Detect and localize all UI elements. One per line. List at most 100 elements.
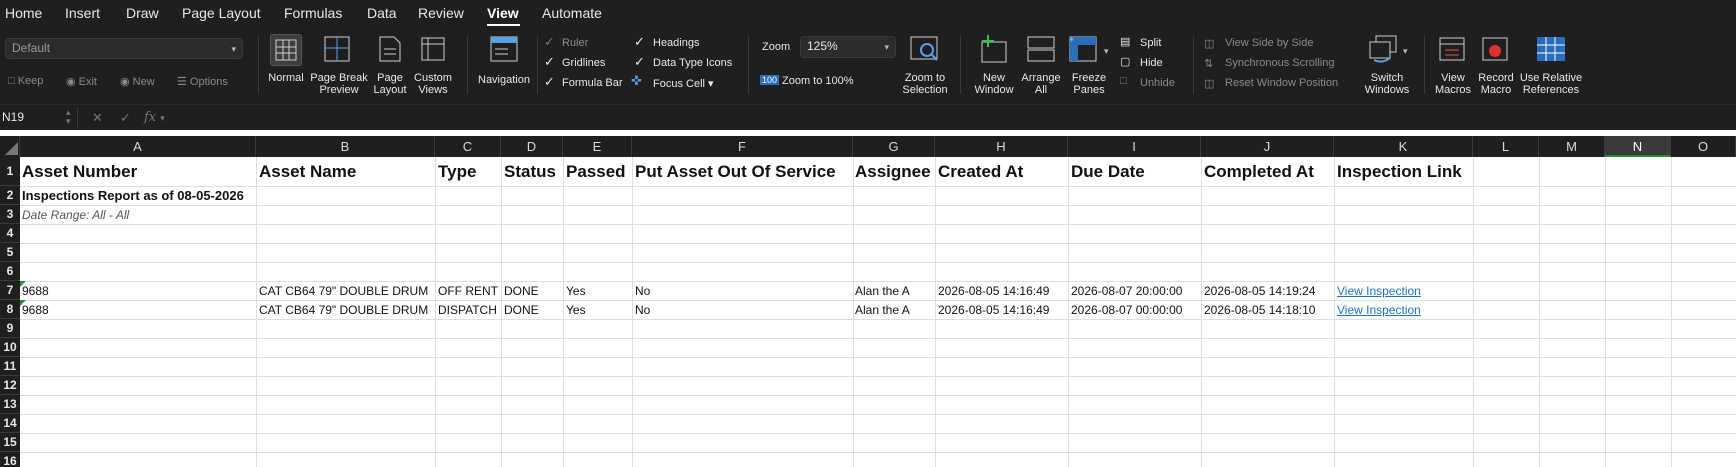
data-cell[interactable]: No — [635, 284, 852, 298]
header-cell[interactable]: Created At — [938, 162, 1067, 182]
column-header[interactable]: G — [853, 136, 935, 157]
hide-button[interactable]: Hide — [1140, 57, 1163, 69]
inspection-link[interactable]: View Inspection — [1337, 303, 1472, 317]
ruler-checkbox[interactable]: ✓ — [544, 34, 555, 50]
column-header[interactable]: H — [935, 136, 1068, 157]
column-header[interactable]: O — [1671, 136, 1736, 157]
spreadsheet-grid[interactable]: Asset Number Asset Name Type Status Pass… — [20, 157, 1736, 467]
options-button[interactable]: ☰ Options — [177, 75, 228, 88]
header-cell[interactable]: Completed At — [1204, 162, 1333, 182]
row-header[interactable]: 3 — [0, 205, 20, 224]
row-header[interactable]: 12 — [0, 376, 20, 395]
data-cell[interactable]: CAT CB64 79" DOUBLE DRUM — [259, 284, 434, 298]
row-header[interactable]: 11 — [0, 357, 20, 376]
data-cell[interactable]: 2026-08-07 00:00:00 — [1071, 303, 1200, 317]
inspection-link[interactable]: View Inspection — [1337, 284, 1472, 298]
row-header[interactable]: 9 — [0, 319, 20, 338]
row-header[interactable]: 13 — [0, 395, 20, 414]
data-cell[interactable]: 2026-08-05 14:18:10 — [1204, 303, 1333, 317]
insert-function-button[interactable]: fx ▾ — [144, 110, 165, 125]
tab-formulas[interactable]: Formulas — [284, 5, 342, 21]
data-cell[interactable]: DISPATCH — [438, 303, 500, 317]
select-all-corner[interactable] — [0, 136, 20, 157]
column-header[interactable]: J — [1201, 136, 1334, 157]
column-header[interactable]: A — [20, 136, 256, 157]
column-header[interactable]: K — [1334, 136, 1473, 157]
data-cell[interactable]: Yes — [566, 303, 631, 317]
unhide-button[interactable]: Unhide — [1140, 77, 1175, 89]
column-header-selected[interactable]: N — [1605, 136, 1671, 157]
formula-input[interactable] — [172, 107, 1732, 128]
exit-button[interactable]: ◉ Exit — [66, 75, 97, 88]
data-cell[interactable]: 9688 — [22, 303, 254, 317]
zoom-to-100-button[interactable]: Zoom to 100% — [782, 75, 854, 87]
header-cell[interactable]: Due Date — [1071, 162, 1200, 182]
cancel-icon[interactable]: ✕ — [92, 110, 103, 126]
data-cell[interactable]: 2026-08-05 14:16:49 — [938, 284, 1067, 298]
header-cell[interactable]: Assignee — [855, 162, 935, 182]
header-cell[interactable]: Put Asset Out Of Service — [635, 162, 852, 182]
data-cell[interactable]: 2026-08-07 20:00:00 — [1071, 284, 1200, 298]
data-cell[interactable]: 2026-08-05 14:19:24 — [1204, 284, 1333, 298]
tab-review[interactable]: Review — [418, 5, 464, 21]
column-header[interactable]: I — [1068, 136, 1201, 157]
tab-insert[interactable]: Insert — [65, 5, 100, 21]
column-header[interactable]: F — [632, 136, 853, 157]
tab-data[interactable]: Data — [367, 5, 397, 21]
data-cell[interactable]: Alan the A — [855, 303, 935, 317]
header-cell[interactable]: Passed — [566, 162, 631, 182]
row-header[interactable]: 14 — [0, 414, 20, 433]
row-header[interactable]: 2 — [0, 186, 20, 205]
data-cell[interactable]: OFF RENT — [438, 284, 500, 298]
row-header[interactable]: 7 — [0, 281, 20, 300]
report-title-cell[interactable]: Inspections Report as of 08-05-2026 — [22, 188, 422, 203]
data-cell[interactable]: DONE — [504, 303, 562, 317]
date-range-cell[interactable]: Date Range: All - All — [22, 208, 322, 222]
row-header[interactable]: 5 — [0, 243, 20, 262]
tab-home[interactable]: Home — [5, 5, 42, 21]
column-header[interactable]: D — [501, 136, 563, 157]
data-type-icons-checkbox[interactable]: ✓ — [634, 54, 645, 70]
header-cell[interactable]: Asset Name — [259, 162, 433, 182]
focus-cell-button[interactable]: Focus Cell ▾ — [653, 77, 714, 90]
enter-icon[interactable]: ✓ — [120, 110, 131, 126]
column-header[interactable]: B — [256, 136, 435, 157]
data-cell[interactable]: Yes — [566, 284, 631, 298]
view-side-by-side-button[interactable]: View Side by Side — [1225, 37, 1313, 49]
headings-checkbox[interactable]: ✓ — [634, 34, 645, 50]
column-header[interactable]: E — [563, 136, 632, 157]
row-header[interactable]: 8 — [0, 300, 20, 319]
name-box-stepper-icon[interactable]: ▴ ▾ — [66, 108, 71, 126]
header-cell[interactable]: Type — [438, 162, 500, 182]
tab-view[interactable]: View — [487, 5, 519, 21]
row-header[interactable]: 10 — [0, 338, 20, 357]
zoom-dropdown[interactable]: 125% ▾ — [800, 36, 896, 58]
new-view-button[interactable]: ◉ New — [120, 75, 155, 88]
row-header[interactable]: 16 — [0, 452, 20, 467]
column-header[interactable]: M — [1539, 136, 1605, 157]
tab-page-layout[interactable]: Page Layout — [182, 5, 261, 21]
header-cell[interactable]: Status — [504, 162, 562, 182]
column-header[interactable]: C — [435, 136, 501, 157]
split-button[interactable]: Split — [1140, 37, 1161, 49]
row-header[interactable]: 6 — [0, 262, 20, 281]
tab-automate[interactable]: Automate — [542, 5, 602, 21]
column-header[interactable]: L — [1473, 136, 1539, 157]
sheet-view-dropdown[interactable]: Default ▾ — [5, 38, 243, 59]
data-cell[interactable]: 9688 — [22, 284, 254, 298]
row-header[interactable]: 1 — [0, 157, 20, 186]
data-cell[interactable]: Alan the A — [855, 284, 935, 298]
data-cell[interactable]: CAT CB64 79" DOUBLE DRUM — [259, 303, 434, 317]
formula-bar-checkbox[interactable]: ✓ — [544, 74, 555, 90]
data-cell[interactable]: DONE — [504, 284, 562, 298]
tab-draw[interactable]: Draw — [126, 5, 159, 21]
row-header[interactable]: 4 — [0, 224, 20, 243]
data-cell[interactable]: No — [635, 303, 852, 317]
reset-window-position-button[interactable]: Reset Window Position — [1225, 77, 1338, 89]
synchronous-scrolling-button[interactable]: Synchronous Scrolling — [1225, 57, 1334, 69]
header-cell[interactable]: Inspection Link — [1337, 162, 1472, 182]
data-cell[interactable]: 2026-08-05 14:16:49 — [938, 303, 1067, 317]
gridlines-checkbox[interactable]: ✓ — [544, 54, 555, 70]
keep-button[interactable]: □ Keep — [8, 75, 43, 87]
row-header[interactable]: 15 — [0, 433, 20, 452]
